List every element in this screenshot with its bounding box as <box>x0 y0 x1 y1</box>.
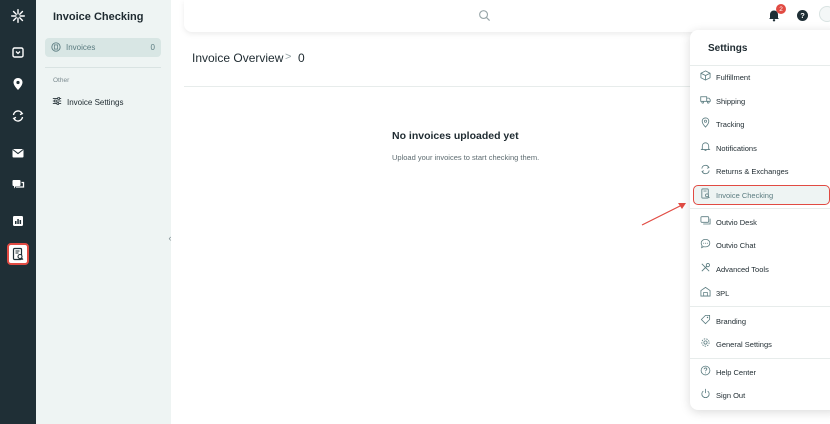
settings-menu-title: Settings <box>708 43 748 54</box>
menu-item-label: Sign Out <box>716 390 746 400</box>
menu-item-label: Returns & Exchanges <box>716 166 789 176</box>
truck-icon <box>700 92 711 110</box>
invoice-count: 0 <box>298 51 305 65</box>
warehouse-icon <box>700 284 711 302</box>
empty-state-subtitle: Upload your invoices to start checking t… <box>392 153 540 162</box>
bell-icon <box>700 139 711 157</box>
menu-item-shipping[interactable]: Shipping <box>700 92 830 110</box>
chevron-right-icon: > <box>285 51 292 63</box>
invoice-icon <box>51 39 61 57</box>
invoice-check-icon <box>700 186 711 204</box>
sliders-icon <box>52 93 62 111</box>
settings-menu: Settings Fulfillment Shipping Tracking N… <box>690 30 830 410</box>
menu-divider <box>690 208 830 209</box>
menu-item-branding[interactable]: Branding <box>700 312 830 330</box>
menu-item-label: Help Center <box>716 367 757 377</box>
invoice-check-icon[interactable] <box>7 243 29 265</box>
content-divider <box>184 86 690 87</box>
menu-item-sign-out[interactable]: Sign Out <box>700 386 830 404</box>
search-icon[interactable] <box>478 9 491 22</box>
menu-item-label: Fulfillment <box>716 72 751 82</box>
sidebar-section-label: Other <box>53 77 70 84</box>
menu-item-label: Tracking <box>716 119 745 129</box>
menu-item-label: Shipping <box>716 96 746 106</box>
menu-item-label: Outvio Chat <box>716 240 756 250</box>
menu-item-3pl[interactable]: 3PL <box>700 284 830 302</box>
menu-item-notifications[interactable]: Notifications <box>700 139 830 157</box>
section-sidebar: Invoice Checking Invoices 0 Other Invoic… <box>36 0 171 424</box>
sidebar-item-invoices[interactable]: Invoices 0 <box>45 38 161 57</box>
location-pin-icon[interactable] <box>8 74 28 94</box>
package-icon[interactable] <box>8 42 28 62</box>
help-icon[interactable]: ? <box>797 10 808 21</box>
box-icon <box>700 68 711 86</box>
power-icon <box>700 386 711 404</box>
mail-icon[interactable] <box>8 143 28 163</box>
avatar[interactable] <box>819 6 830 22</box>
annotation-arrow <box>641 203 686 226</box>
gear-icon <box>700 335 711 353</box>
menu-item-outvio-chat[interactable]: Outvio Chat <box>700 236 830 254</box>
sidebar-title: Invoice Checking <box>53 11 144 23</box>
notification-badge: 2 <box>776 4 786 14</box>
sidebar-item-label: Invoice Settings <box>67 97 124 107</box>
chat-icon[interactable] <box>8 175 28 195</box>
top-bar <box>184 0 830 32</box>
menu-item-label: Invoice Checking <box>716 190 774 200</box>
desk-icon <box>700 213 711 231</box>
menu-item-outvio-desk[interactable]: Outvio Desk <box>700 213 830 231</box>
logo-icon[interactable] <box>8 6 28 26</box>
menu-item-label: Branding <box>716 316 747 326</box>
menu-item-fulfillment[interactable]: Fulfillment <box>700 68 830 86</box>
menu-divider <box>690 306 830 307</box>
chevron-left-icon[interactable]: ‹ <box>164 232 176 244</box>
menu-divider <box>690 358 830 359</box>
menu-item-returns-exchanges[interactable]: Returns & Exchanges <box>700 162 830 180</box>
sidebar-divider <box>45 67 161 68</box>
menu-item-help-center[interactable]: Help Center <box>700 363 830 381</box>
sidebar-item-invoice-settings[interactable]: Invoice Settings <box>52 93 123 111</box>
menu-item-label: Notifications <box>716 143 757 153</box>
menu-item-general-settings[interactable]: General Settings <box>700 335 830 353</box>
main-rail <box>0 0 36 424</box>
menu-item-invoice-checking[interactable]: Invoice Checking <box>693 185 830 205</box>
tag-icon <box>700 312 711 330</box>
refresh-icon <box>700 162 711 180</box>
menu-item-tracking[interactable]: Tracking <box>700 115 830 133</box>
chat-bubble-icon <box>700 236 711 254</box>
menu-item-label: General Settings <box>716 339 772 349</box>
sidebar-item-count: 0 <box>150 43 155 52</box>
location-pin-icon <box>700 115 711 133</box>
menu-item-label: Outvio Desk <box>716 217 757 227</box>
menu-item-advanced-tools[interactable]: Advanced Tools <box>700 260 830 278</box>
refresh-icon[interactable] <box>8 106 28 126</box>
menu-divider <box>690 65 830 66</box>
sidebar-item-label: Invoices <box>66 43 96 52</box>
menu-item-label: 3PL <box>716 288 730 298</box>
empty-state-title: No invoices uploaded yet <box>392 130 519 142</box>
help-circle-icon <box>700 363 711 381</box>
chart-icon[interactable] <box>8 211 28 231</box>
tools-icon <box>700 260 711 278</box>
page-title: Invoice Overview <box>192 51 284 65</box>
menu-item-label: Advanced Tools <box>716 264 769 274</box>
